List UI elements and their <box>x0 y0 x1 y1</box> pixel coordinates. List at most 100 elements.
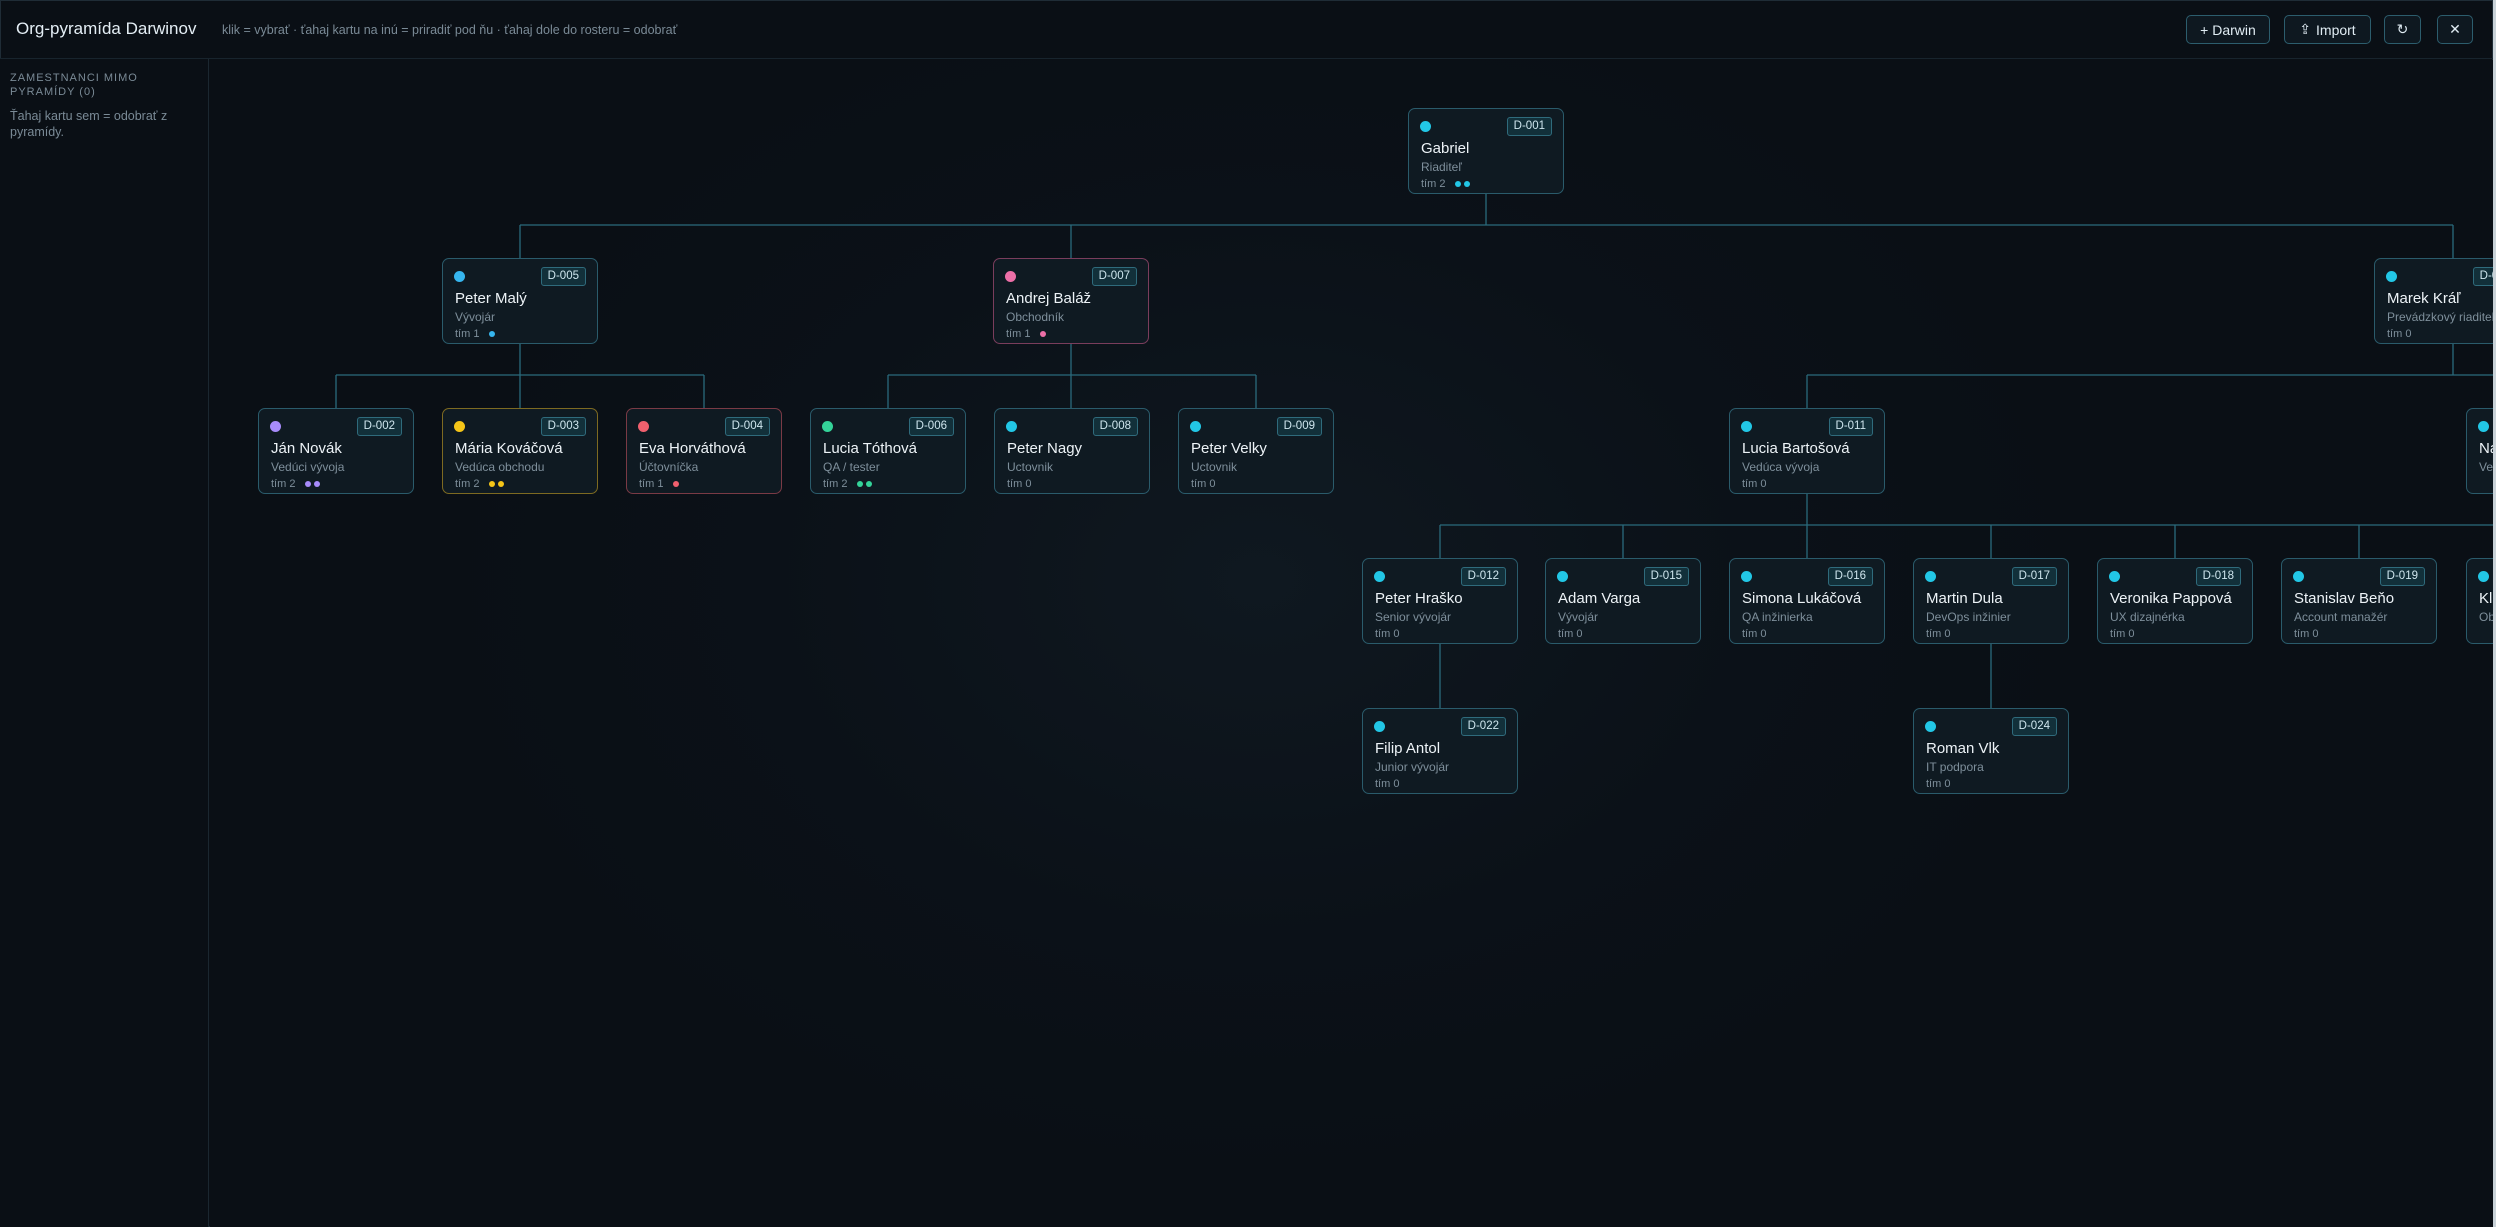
employee-id-badge: D-011 <box>1828 417 1873 436</box>
team-count: tím 0 <box>1558 628 1582 640</box>
team-count-label: tím 0 <box>1558 628 1583 640</box>
team-count: tím 1 <box>455 328 496 340</box>
import-button[interactable]: ⇪ Import <box>2284 15 2371 44</box>
add-darwin-button[interactable]: + Darwin <box>2186 15 2270 44</box>
employee-name: Peter Nagy <box>1007 440 1083 457</box>
team-count-label: tím 0 <box>2387 328 2412 340</box>
status-dot <box>1420 121 1431 132</box>
employee-card[interactable]: D-018 Veronika Pappová UX dizajnérka tím 0 <box>2097 558 2253 644</box>
employee-id-badge: D-002 <box>356 417 402 436</box>
employee-id-badge: D-012 <box>1460 567 1506 586</box>
team-count: tím 0 <box>2294 628 2318 640</box>
employee-card[interactable]: D-022 Filip Antol Junior vývojár tím 0 <box>1362 708 1518 794</box>
employee-id-badge: D-004 <box>724 417 770 436</box>
employee-id-badge: D-016 <box>1827 567 1873 586</box>
subordinate-dot <box>489 331 496 337</box>
close-icon: ✕ <box>2449 21 2461 37</box>
employee-role: Uctovnik <box>1007 460 1054 474</box>
team-count: tím 2 <box>271 478 321 490</box>
employee-name: Stanislav Beňo <box>2294 590 2395 607</box>
roster-sidebar[interactable]: ZAMESTNANCI MIMO PYRAMÍDY (0) Ťahaj kart… <box>0 59 209 1227</box>
employee-card[interactable]: D-002 Ján Novák Vedúci vývoja tím 2 <box>258 408 414 494</box>
team-count-label: tím 2 <box>1421 178 1446 190</box>
employee-card[interactable]: D-017 Martin Dula DevOps inžinier tím 0 <box>1913 558 2069 644</box>
employee-card[interactable]: D-015 Adam Varga Vývojár tím 0 <box>1545 558 1701 644</box>
team-count-label: tím 0 <box>1007 478 1032 490</box>
employee-name: Andrej Baláž <box>1006 290 1092 307</box>
employee-card[interactable]: D-007 Andrej Baláž Obchodník tím 1 <box>993 258 1149 344</box>
team-count: tím 2 <box>1421 178 1471 190</box>
team-count-label: tím 1 <box>455 328 480 340</box>
employee-id-badge: D-008 <box>1092 417 1138 436</box>
employee-card[interactable]: D-008 Peter Nagy Uctovnik tím 0 <box>994 408 1150 494</box>
employee-name: Peter Velky <box>1191 440 1267 457</box>
roster-hint: Ťahaj kartu sem = odobrať z pyramídy. <box>10 109 168 139</box>
employee-name: Simona Lukáčová <box>1742 590 1862 607</box>
employee-role: Uctovnik <box>1191 460 1238 474</box>
status-dot <box>1374 571 1385 582</box>
status-dot <box>1741 571 1752 582</box>
team-count-label: tím 0 <box>1375 628 1400 640</box>
pyramid-canvas[interactable]: D-001 Gabriel Riaditeľ tím 2 D-005 Peter Malý… <box>210 60 2493 1227</box>
employee-id-badge: D-009 <box>1276 417 1322 436</box>
employee-id-badge: D-015 <box>1643 567 1689 586</box>
employee-id-badge: D-024 <box>2011 717 2057 736</box>
status-dot <box>1374 721 1385 732</box>
employee-name: Veronika Pappová <box>2110 590 2232 607</box>
subordinate-dot <box>673 481 680 487</box>
team-count: tím 2 <box>823 478 873 490</box>
subordinate-dot <box>1455 181 1462 187</box>
team-count-label: tím 0 <box>1926 778 1951 790</box>
employee-role: DevOps inžinier <box>1926 610 2011 624</box>
subordinate-dot <box>305 481 312 487</box>
employee-card[interactable]: D-012 Peter Hraško Senior vývojár tím 0 <box>1362 558 1518 644</box>
team-count: tím 0 <box>1007 478 1031 490</box>
employee-name: Lucia Bartošová <box>1742 440 1850 457</box>
employee-card[interactable]: D-004 Eva Horváthová Účtovníčka tím 1 <box>626 408 782 494</box>
employee-card[interactable]: D-006 Lucia Tóthová QA / tester tím 2 <box>810 408 966 494</box>
team-count: tím 0 <box>2110 628 2134 640</box>
employee-card[interactable]: D-024 Roman Vlk IT podpora tím 0 <box>1913 708 2069 794</box>
employee-role: Účtovníčka <box>639 460 699 474</box>
status-dot <box>454 421 465 432</box>
employee-card[interactable]: D-001 Gabriel Riaditeľ tím 2 <box>1408 108 1564 194</box>
team-count: tím 0 <box>1742 628 1766 640</box>
team-count: tím 0 <box>1375 628 1399 640</box>
employee-role: Vedúci vývoja <box>271 460 345 474</box>
employee-card[interactable]: D-010 Marek Kráľ Prevádzkový riaditeľ tím 0 <box>2374 258 2493 344</box>
employee-card[interactable]: D-003 Mária Kováčová Vedúca obchodu tím 2 <box>442 408 598 494</box>
employee-role: Vývojár <box>1558 610 1599 624</box>
status-dot <box>2293 571 2304 582</box>
subordinate-dot <box>857 481 864 487</box>
employee-card[interactable]: D-013NaVe <box>2466 408 2493 494</box>
employee-id-badge: D-005 <box>540 267 586 286</box>
employee-id-badge: D-010 <box>2472 267 2493 286</box>
employee-role: QA / tester <box>823 460 880 474</box>
employee-card[interactable]: D-011 Lucia Bartošová Vedúca vývoja tím 0 <box>1729 408 1885 494</box>
refresh-icon: ↻ <box>2396 21 2409 37</box>
import-label: Import <box>2316 21 2356 38</box>
team-count-label: tím 0 <box>1742 628 1767 640</box>
team-count-label: tím 0 <box>1926 628 1951 640</box>
employee-name: Filip Antol <box>1375 740 1441 757</box>
employee-id-badge: D-006 <box>908 417 954 436</box>
employee-card[interactable]: D-020KlOb <box>2466 558 2493 644</box>
employee-id-badge: D-017 <box>2011 567 2057 586</box>
team-count-label: tím 0 <box>1742 478 1767 490</box>
header-bar: Org-pyramída Darwinov klik = vybrať · ťa… <box>0 0 2493 59</box>
status-dot <box>2109 571 2120 582</box>
employee-role: Ob <box>2479 610 2493 624</box>
team-count: tím 2 <box>455 478 505 490</box>
employee-name: Eva Horváthová <box>639 440 746 457</box>
employee-card[interactable]: D-005 Peter Malý Vývojár tím 1 <box>442 258 598 344</box>
team-count: tím 0 <box>1926 778 1950 790</box>
team-count-label: tím 0 <box>2294 628 2319 640</box>
team-count: tím 0 <box>1191 478 1215 490</box>
employee-name: Gabriel <box>1421 140 1470 157</box>
employee-card[interactable]: D-019 Stanislav Beňo Account manažér tím 0 <box>2281 558 2437 644</box>
close-button[interactable]: ✕ <box>2437 15 2473 44</box>
refresh-button[interactable]: ↻ <box>2384 15 2421 44</box>
employee-card[interactable]: D-009 Peter Velky Uctovnik tím 0 <box>1178 408 1334 494</box>
employee-card[interactable]: D-016 Simona Lukáčová QA inžinierka tím 0 <box>1729 558 1885 644</box>
upload-icon: ⇪ <box>2299 21 2312 37</box>
